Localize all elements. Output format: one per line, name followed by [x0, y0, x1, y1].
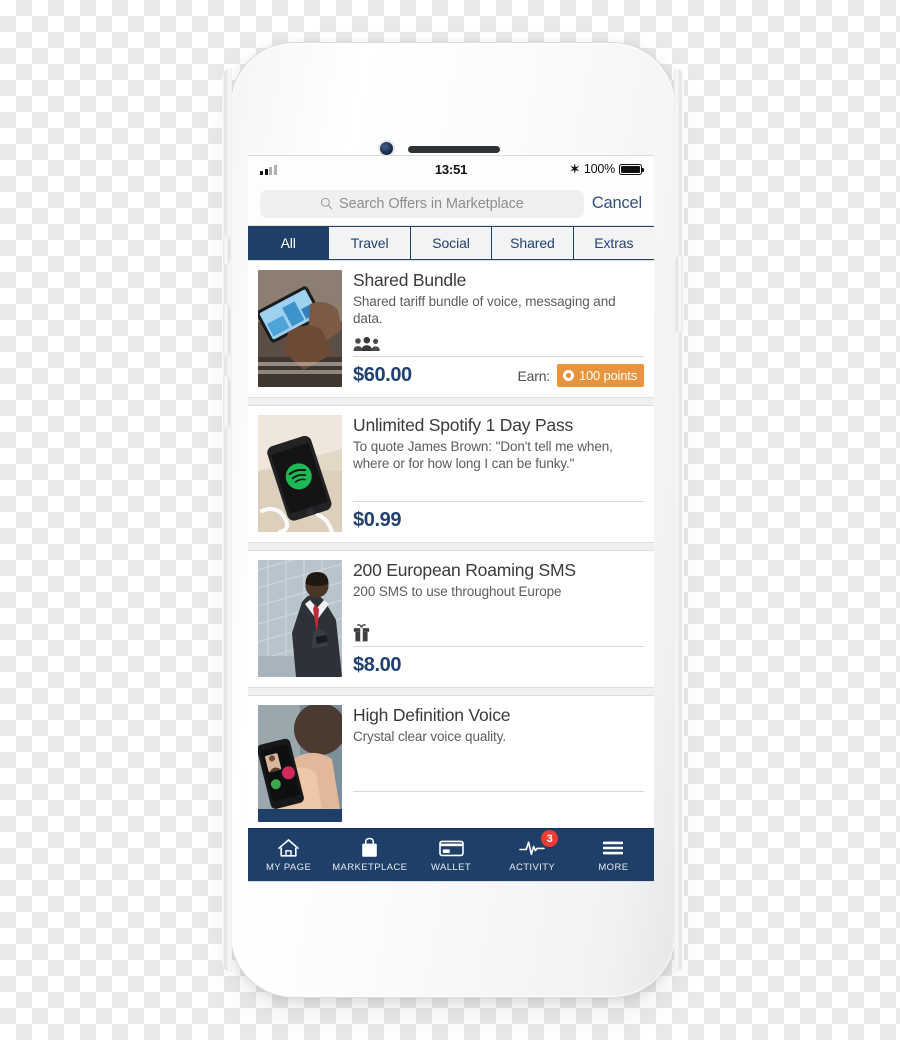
status-right-group: ✶ 100%	[569, 162, 644, 176]
search-icon	[320, 197, 333, 210]
offer-body: 200 European Roaming SMS 200 SMS to use …	[353, 560, 644, 677]
points-coin-icon	[563, 370, 574, 381]
power-button[interactable]	[676, 256, 683, 332]
offer-price-row	[353, 792, 644, 822]
group-people-icon	[353, 337, 380, 351]
battery-percent-label: 100%	[583, 162, 615, 176]
offer-category-icon-row	[353, 621, 644, 643]
offer-price-row: $8.00	[353, 647, 644, 677]
offer-body: High Definition Voice Crystal clear voic…	[353, 705, 644, 822]
offer-price-row: $0.99	[353, 502, 644, 532]
offer-title: 200 European Roaming SMS	[353, 560, 576, 580]
tab-my-page[interactable]: MY PAGE	[248, 829, 329, 881]
points-badge: 100 points	[557, 364, 644, 387]
hamburger-icon	[602, 837, 624, 858]
offer-body: Shared Bundle Shared tariff bundle of vo…	[353, 270, 644, 387]
tab-activity[interactable]: 3 ACTIVITY	[492, 829, 573, 881]
front-camera-icon	[380, 142, 393, 155]
offer-price: $60.00	[353, 364, 412, 386]
offer-category-icon-row	[353, 766, 644, 788]
tab-more[interactable]: MORE	[573, 829, 654, 881]
offer-meta: $8.00	[353, 621, 644, 677]
tab-label: MORE	[598, 862, 629, 873]
tab-label: WALLET	[430, 862, 472, 873]
search-placeholder: Search Offers in Marketplace	[339, 195, 524, 212]
search-bar: Search Offers in Marketplace Cancel	[248, 182, 654, 226]
category-segmented-control: All Travel Social Shared Extras	[248, 226, 654, 260]
offer-thumbnail	[258, 560, 342, 677]
status-bar: 13:51 ✶ 100%	[248, 156, 654, 182]
offer-price-row: $60.00 Earn: 100 points	[353, 357, 644, 387]
volume-down-button[interactable]	[223, 376, 230, 428]
activity-badge: 3	[541, 830, 559, 847]
offer-meta: $0.99	[353, 476, 644, 532]
home-icon	[277, 837, 300, 858]
tab-label: MARKETPLACE	[332, 862, 408, 873]
offer-price: $0.99	[353, 509, 402, 531]
bluetooth-icon: ✶	[569, 162, 580, 176]
offer-earn-group: Earn: 100 points	[518, 364, 644, 387]
tab-extras[interactable]: Extras	[573, 227, 654, 259]
offer-title: High Definition Voice	[353, 705, 511, 725]
tab-label: MY PAGE	[265, 862, 312, 873]
offer-title: Unlimited Spotify 1 Day Pass	[353, 415, 574, 435]
offer-card[interactable]: High Definition Voice Crystal clear voic…	[248, 695, 654, 833]
battery-full-icon	[619, 163, 644, 175]
offer-category-icon-row	[353, 476, 644, 498]
bag-icon	[360, 837, 379, 858]
offer-card[interactable]: Unlimited Spotify 1 Day Pass To quote Ja…	[248, 405, 654, 543]
earn-label: Earn:	[517, 367, 551, 384]
cancel-button[interactable]: Cancel	[592, 194, 644, 213]
points-badge-label: 100 points	[579, 368, 637, 383]
bottom-tab-bar: MY PAGE MARKETPLACE WALLET 3 ACTIVITY MO…	[248, 828, 654, 881]
tab-travel[interactable]: Travel	[329, 227, 411, 259]
silent-switch-button[interactable]	[223, 236, 230, 264]
offer-thumbnail	[258, 270, 342, 387]
tab-label: ACTIVITY	[509, 862, 556, 873]
gift-icon	[353, 624, 370, 642]
tab-shared[interactable]: Shared	[492, 227, 574, 259]
pulse-icon: 3	[519, 830, 559, 858]
card-icon	[438, 837, 464, 858]
offers-list[interactable]: Shared Bundle Shared tariff bundle of vo…	[248, 260, 654, 838]
offer-body: Unlimited Spotify 1 Day Pass To quote Ja…	[353, 415, 644, 532]
offer-thumbnail	[258, 705, 342, 822]
offer-category-icon-row	[353, 331, 644, 353]
tab-all[interactable]: All	[248, 227, 330, 259]
offer-card[interactable]: 200 European Roaming SMS 200 SMS to use …	[248, 550, 654, 688]
offer-description: Shared tariff bundle of voice, messaging…	[353, 293, 616, 327]
phone-mockup: 13:51 ✶ 100% Search Offers in Marketplac…	[222, 42, 684, 998]
tab-marketplace[interactable]: MARKETPLACE	[329, 829, 410, 881]
offer-card[interactable]: Shared Bundle Shared tariff bundle of vo…	[248, 260, 654, 398]
offer-thumbnail	[258, 415, 342, 532]
earpiece-speaker-icon	[408, 146, 500, 153]
offer-description: To quote James Brown: "Don't tell me whe…	[353, 438, 613, 472]
tab-wallet[interactable]: WALLET	[410, 829, 491, 881]
offer-description: Crystal clear voice quality.	[353, 728, 507, 744]
offer-price: $8.00	[353, 654, 402, 676]
offer-meta	[353, 766, 644, 822]
offer-description: 200 SMS to use throughout Europe	[353, 583, 562, 599]
phone-screen: 13:51 ✶ 100% Search Offers in Marketplac…	[248, 155, 654, 882]
volume-up-button[interactable]	[223, 304, 230, 356]
offer-meta: $60.00 Earn: 100 points	[353, 331, 644, 387]
search-input[interactable]: Search Offers in Marketplace	[260, 189, 584, 218]
offer-title: Shared Bundle	[353, 270, 467, 290]
tab-social[interactable]: Social	[410, 227, 493, 259]
